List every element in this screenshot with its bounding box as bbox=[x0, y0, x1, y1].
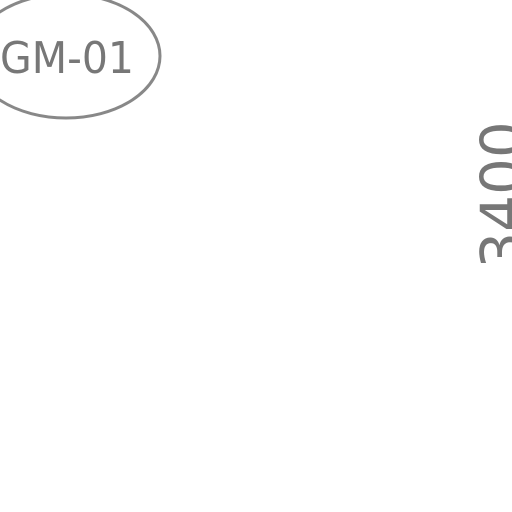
drawing-canvas: GM-01 3400 bbox=[0, 0, 512, 512]
tag-label: GM-01 bbox=[0, 33, 134, 84]
tag-bubble: GM-01 bbox=[0, 0, 162, 120]
drawing-svg: GM-01 3400 bbox=[0, 0, 512, 269]
dimension-group: 3400 bbox=[468, 121, 512, 269]
dimension-label: 3400 bbox=[468, 121, 512, 269]
